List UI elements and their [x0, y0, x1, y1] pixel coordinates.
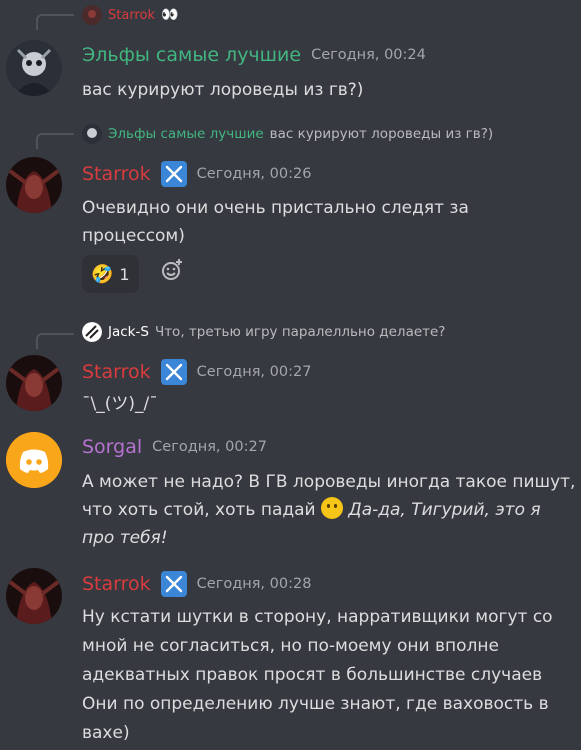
reply-author[interactable]: Jack-S [108, 324, 149, 340]
message-line-text: что хоть стой, хоть падай [82, 500, 316, 520]
reply-preview[interactable]: Эльфы самые лучшие вас курируют лороведы… [82, 124, 493, 144]
reply-avatar [82, 5, 102, 25]
reply-author[interactable]: Эльфы самые лучшие [108, 126, 264, 142]
message-line: Ну кстати шутки в сторону, нарративщики … [82, 607, 553, 627]
eyes-emoji-icon: 👀 [160, 7, 179, 23]
italic-text: про тебя! [82, 528, 168, 548]
reaction-button[interactable]: 🤣 1 [82, 255, 139, 293]
message-line: адекватных правок просят в большинстве с… [82, 665, 543, 685]
message-line: А может не надо? В ГВ лороведы иногда та… [82, 472, 576, 492]
message-line: что хоть стой, хоть падай Да-да, Тигурий… [82, 496, 575, 524]
message-header: Starrok Сегодня, 00:26 [82, 161, 311, 187]
username[interactable]: Sorgal [82, 436, 142, 458]
username[interactable]: Starrok [82, 163, 151, 185]
avatar[interactable] [6, 355, 62, 411]
rofl-emoji-icon: 🤣 [91, 263, 114, 285]
avatar[interactable] [6, 40, 62, 96]
message-text: Очевидно они очень пристально следят за … [82, 194, 469, 250]
discord-logo-icon [6, 432, 62, 488]
username[interactable]: Starrok [82, 361, 151, 383]
timestamp: Сегодня, 00:28 [196, 576, 312, 592]
message-text: А может не надо? В ГВ лороведы иногда та… [82, 468, 575, 552]
message-line: Очевидно они очень пристально следят за [82, 198, 469, 218]
timestamp: Сегодня, 00:27 [152, 439, 267, 455]
message-text: вас курируют лороведы из гв?) [82, 76, 363, 104]
message-line: ¯\_(ツ)_/¯ [82, 394, 158, 414]
crossed-swords-icon [160, 359, 187, 385]
reply-text: Что, третью игру паралелльно делаете? [154, 324, 446, 340]
reply-text: вас курируют лороведы из гв?) [269, 126, 494, 142]
reply-preview[interactable]: Jack-S Что, третью игру паралелльно дела… [82, 322, 445, 342]
message-line: процессом) [82, 226, 185, 246]
message-header: Эльфы самые лучшие Сегодня, 00:24 [82, 44, 426, 66]
reply-avatar [82, 322, 102, 342]
username[interactable]: Эльфы самые лучшие [82, 44, 301, 66]
reply-author[interactable]: Starrok [108, 8, 155, 23]
reply-preview[interactable]: Starrok 👀 [82, 5, 178, 25]
italic-text: Да-да, Тигурий, это я [348, 500, 541, 520]
reply-avatar [82, 124, 102, 144]
avatar[interactable] [6, 432, 62, 488]
timestamp: Сегодня, 00:24 [311, 47, 426, 63]
message-line: вахе) [82, 723, 130, 743]
reply-line [36, 133, 74, 149]
timestamp: Сегодня, 00:27 [196, 364, 312, 380]
message-line: мной не согласиться, но по-моему они впо… [82, 636, 499, 656]
message-header: Starrok Сегодня, 00:28 [82, 571, 311, 597]
username[interactable]: Starrok [82, 573, 151, 595]
crossed-swords-icon [160, 161, 187, 187]
reply-line [36, 14, 74, 30]
avatar[interactable] [6, 568, 62, 624]
reply-line [36, 333, 74, 349]
message-text: ¯\_(ツ)_/¯ [82, 390, 158, 418]
message-line: вас курируют лороведы из гв?) [82, 80, 364, 100]
message-header: Starrok Сегодня, 00:27 [82, 359, 311, 385]
timestamp: Сегодня, 00:26 [196, 166, 312, 182]
slightly-smiling-emoji-icon [321, 497, 343, 519]
crossed-swords-icon [160, 571, 187, 597]
message-text: Ну кстати шутки в сторону, нарративщики … [82, 603, 553, 748]
avatar[interactable] [6, 157, 62, 213]
reaction-count: 1 [119, 264, 130, 284]
add-reaction-icon[interactable] [160, 258, 184, 288]
message-line: Они по определению лучше знают, где вахо… [82, 694, 549, 714]
message-header: Sorgal Сегодня, 00:27 [82, 436, 267, 458]
